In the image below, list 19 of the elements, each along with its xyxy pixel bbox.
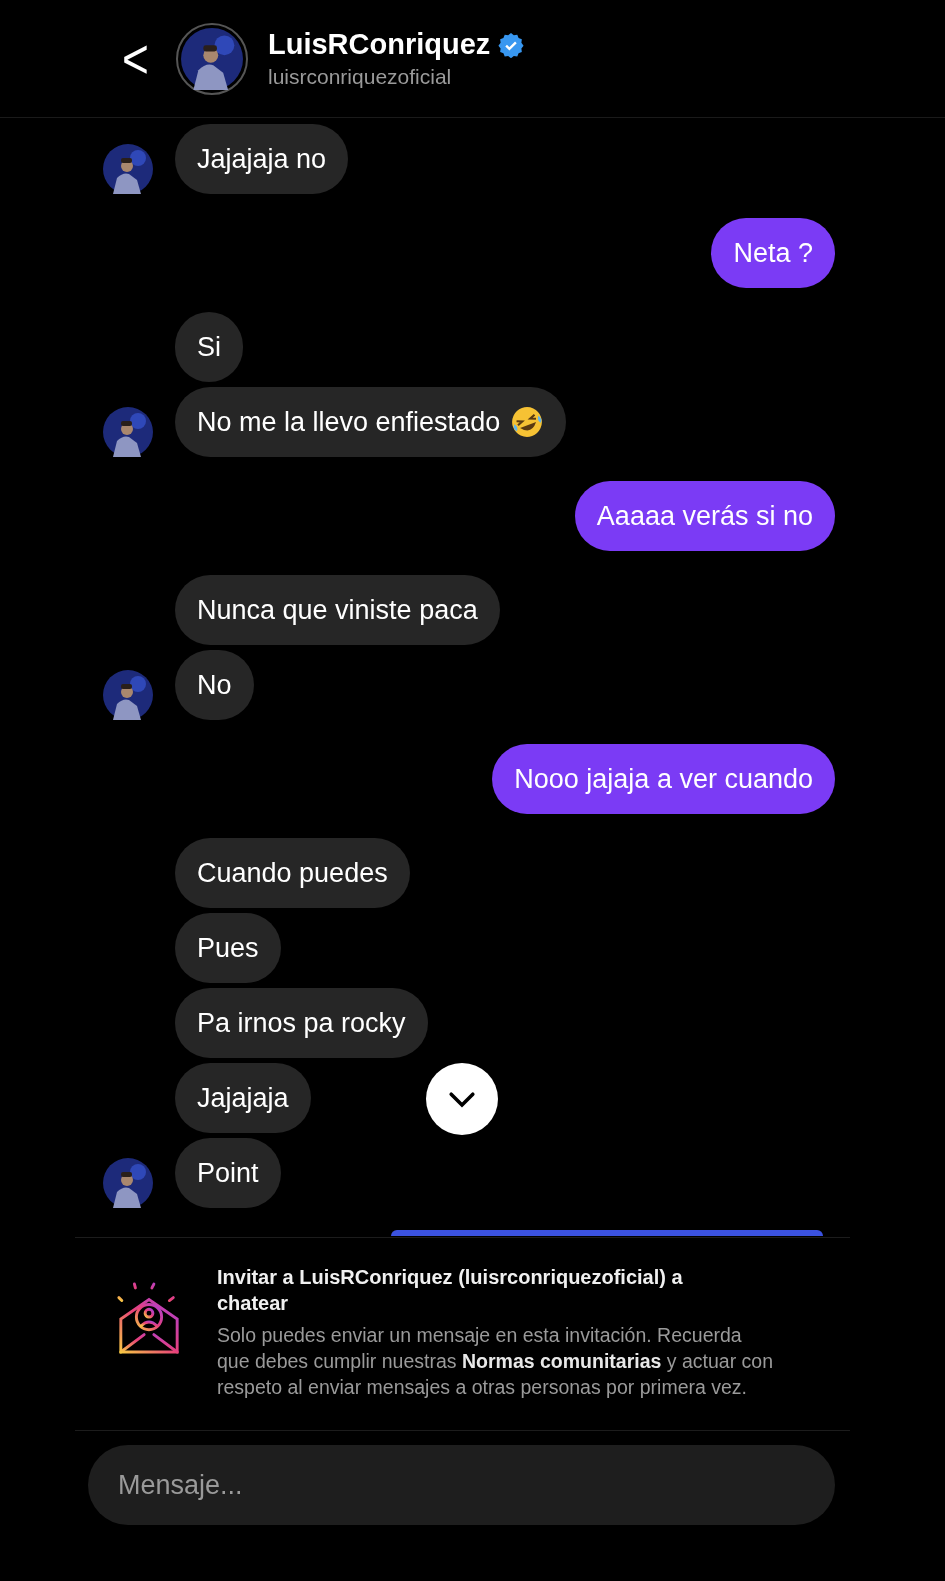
contact-username: luisrconriquezoficial: [268, 65, 453, 89]
message-input[interactable]: Mensaje...: [88, 1445, 835, 1525]
message-bubble: Jajajaja: [175, 1063, 311, 1133]
message-bubble: Pa irnos pa rocky: [175, 988, 428, 1058]
message-bubble: Nooo jajaja a ver cuando: [492, 744, 835, 814]
message-bubble: No me la llevo enfiestado: [175, 387, 567, 457]
message-bubble: No: [175, 650, 254, 720]
contact-name: LuisRConriquez: [268, 28, 491, 61]
back-button[interactable]: <: [122, 26, 156, 91]
message-bubble: Nunca que viniste paca: [175, 575, 500, 645]
message-bubble: Pues: [175, 913, 281, 983]
message-bubble: Aaaaa verás si no: [574, 481, 835, 551]
message-bubble: Point: [175, 1138, 281, 1208]
message-bubble: Jajajaja no: [175, 124, 349, 194]
message-bubble: Cuando puedes: [175, 838, 410, 908]
message-bubble: Si: [175, 312, 243, 382]
message-bubble: Neta ?: [711, 218, 835, 288]
invite-title: Invitar a LuisRConriquez (luisrconriquezoficial) a chatear: [217, 1265, 684, 1316]
invite-notice: Solo puedes enviar un mensaje en esta invitación. Recuerda que debes cumplir nuestras Normas comunitarias y actuar con respeto al enviar mensajes a otras personas por primera vez.: [217, 1323, 774, 1400]
